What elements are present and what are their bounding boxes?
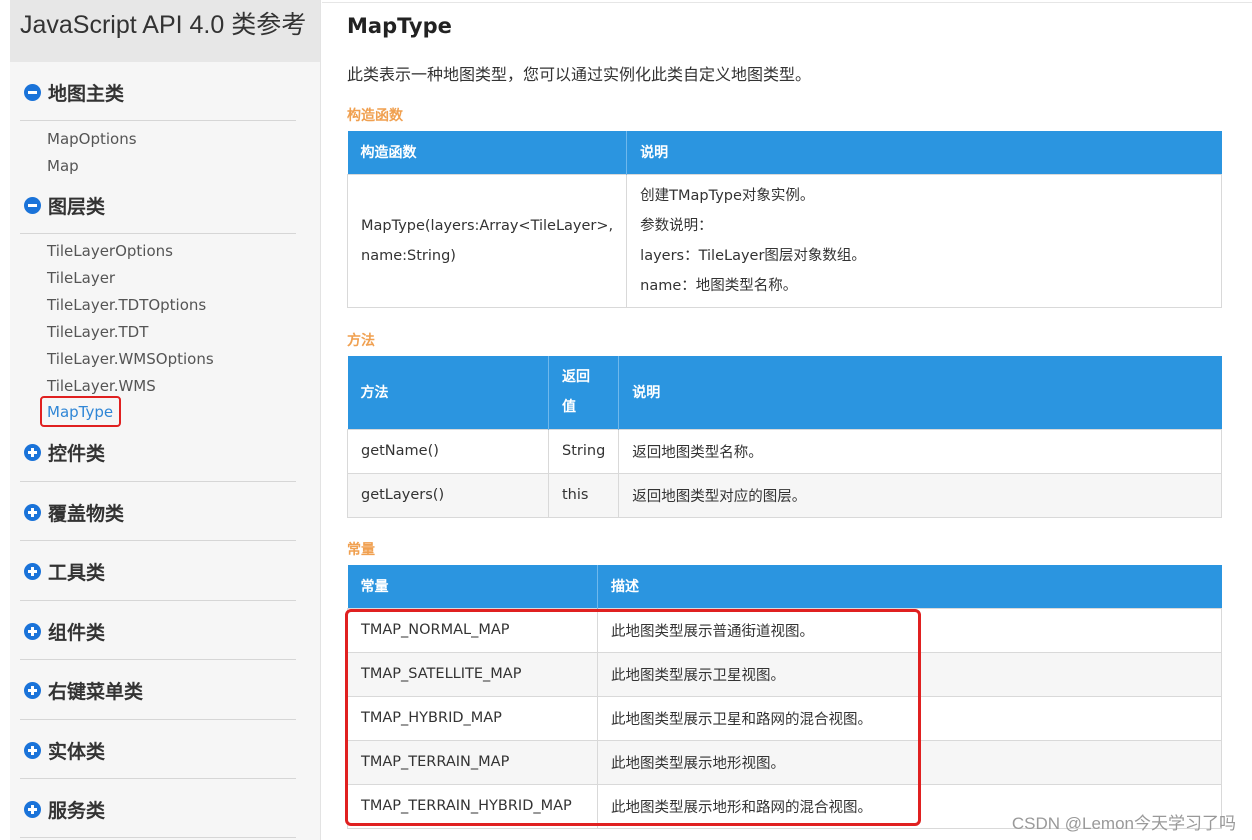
group-header-entities[interactable]: 实体类	[24, 737, 105, 764]
table-header-row: 常量 描述	[347, 565, 1222, 608]
section-label-methods: 方法	[347, 333, 375, 349]
divider	[20, 481, 296, 482]
divider	[20, 659, 296, 660]
description-line: name：地图类型名称。	[640, 277, 798, 294]
sidebar-item-tilelayer-tdtoptions[interactable]: TileLayer.TDTOptions	[47, 296, 206, 314]
method-name: getLayers()	[347, 472, 549, 518]
column-header: 构造函数	[347, 131, 628, 174]
header-line: 值	[562, 399, 576, 416]
column-header: 方法	[347, 356, 549, 429]
group-header-layers[interactable]: 图层类	[24, 192, 105, 219]
constructor-table: 构造函数 说明 MapType(layers:Array<TileLayer>,…	[346, 131, 1222, 308]
expand-icon	[24, 623, 41, 640]
expand-icon	[24, 504, 41, 521]
page-title: MapType	[347, 14, 452, 38]
method-name: getName()	[347, 428, 549, 474]
group-header-controls[interactable]: 控件类	[24, 439, 105, 466]
sidebar-item-tilelayer-wmsoptions[interactable]: TileLayer.WMSOptions	[47, 350, 214, 368]
sidebar-item-tilelayeroptions[interactable]: TileLayerOptions	[47, 242, 173, 260]
group-header-components[interactable]: 组件类	[24, 618, 105, 645]
section-label-constants: 常量	[347, 542, 375, 558]
description-line: 创建TMapType对象实例。	[640, 187, 815, 204]
divider	[20, 540, 296, 541]
expand-icon	[24, 801, 41, 818]
constructor-signature: MapType(layers:Array<TileLayer>, name:St…	[346, 173, 628, 308]
group-label: 工具类	[48, 562, 106, 584]
table-row: getName() String 返回地图类型名称。	[347, 428, 1222, 474]
expand-icon	[24, 444, 41, 461]
section-label-constructor: 构造函数	[347, 108, 403, 124]
group-header-overlays[interactable]: 覆盖物类	[24, 499, 124, 526]
column-header: 说明	[626, 131, 1222, 174]
divider	[20, 719, 296, 720]
method-return: this	[547, 472, 620, 518]
column-header: 说明	[618, 356, 1222, 429]
highlight-box-maptype	[40, 396, 121, 427]
group-header-context-menu[interactable]: 右键菜单类	[24, 677, 143, 704]
page-description: 此类表示一种地图类型，您可以通过实例化此类自定义地图类型。	[347, 65, 812, 84]
signature-line: name:String)	[361, 247, 456, 264]
highlight-box-constants	[345, 609, 921, 826]
sidebar-item-tilelayer-wms[interactable]: TileLayer.WMS	[47, 377, 156, 395]
group-label: 地图主类	[48, 83, 125, 105]
method-return: String	[547, 428, 620, 474]
sidebar-item-tilelayer[interactable]: TileLayer	[47, 269, 115, 287]
table-header-row: 方法 返回 值 说明	[347, 356, 1222, 429]
divider	[20, 778, 296, 779]
expand-icon	[24, 742, 41, 759]
header-line: 返回	[562, 369, 590, 386]
sidebar-item-map[interactable]: Map	[47, 157, 79, 175]
expand-icon	[24, 563, 41, 580]
group-header-services[interactable]: 服务类	[24, 796, 105, 823]
group-label: 覆盖物类	[48, 503, 125, 525]
column-header: 描述	[597, 565, 1222, 608]
divider	[20, 233, 296, 234]
method-description: 返回地图类型对应的图层。	[618, 472, 1222, 518]
column-header-return: 返回 值	[548, 356, 620, 429]
description-line: layers：TileLayer图层对象数组。	[640, 247, 866, 264]
group-label: 控件类	[48, 443, 106, 465]
divider	[20, 837, 296, 838]
expand-icon	[24, 682, 41, 699]
top-divider	[322, 2, 1252, 3]
table-row: getLayers() this 返回地图类型对应的图层。	[347, 472, 1222, 518]
description-line: 参数说明：	[640, 217, 713, 234]
signature-line: MapType(layers:Array<TileLayer>,	[361, 217, 614, 234]
collapse-icon	[24, 197, 41, 214]
table-header-row: 构造函数 说明	[347, 131, 1222, 174]
column-header: 常量	[347, 565, 598, 608]
methods-table: 方法 返回 值 说明 getName() String 返回地图类型名称。 ge…	[347, 356, 1222, 518]
group-label: 组件类	[48, 622, 106, 644]
sidebar-title: JavaScript API 4.0 类参考	[10, 0, 320, 62]
sidebar-item-tilelayer-tdt[interactable]: TileLayer.TDT	[47, 323, 148, 341]
group-label: 服务类	[48, 800, 106, 822]
group-label: 图层类	[48, 196, 106, 218]
group-header-tools[interactable]: 工具类	[24, 558, 105, 585]
collapse-icon	[24, 84, 41, 101]
divider	[20, 600, 296, 601]
watermark: CSDN @Lemon今天学习了吗	[1011, 814, 1236, 833]
constructor-description: 创建TMapType对象实例。 参数说明： layers：TileLayer图层…	[626, 173, 1222, 308]
group-header-map-main[interactable]: 地图主类	[24, 79, 124, 106]
divider	[20, 120, 296, 121]
method-description: 返回地图类型名称。	[618, 428, 1222, 474]
table-row: MapType(layers:Array<TileLayer>, name:St…	[346, 173, 1222, 308]
group-label: 实体类	[48, 741, 106, 763]
sidebar-item-mapoptions[interactable]: MapOptions	[47, 130, 137, 148]
group-label: 右键菜单类	[48, 681, 144, 703]
